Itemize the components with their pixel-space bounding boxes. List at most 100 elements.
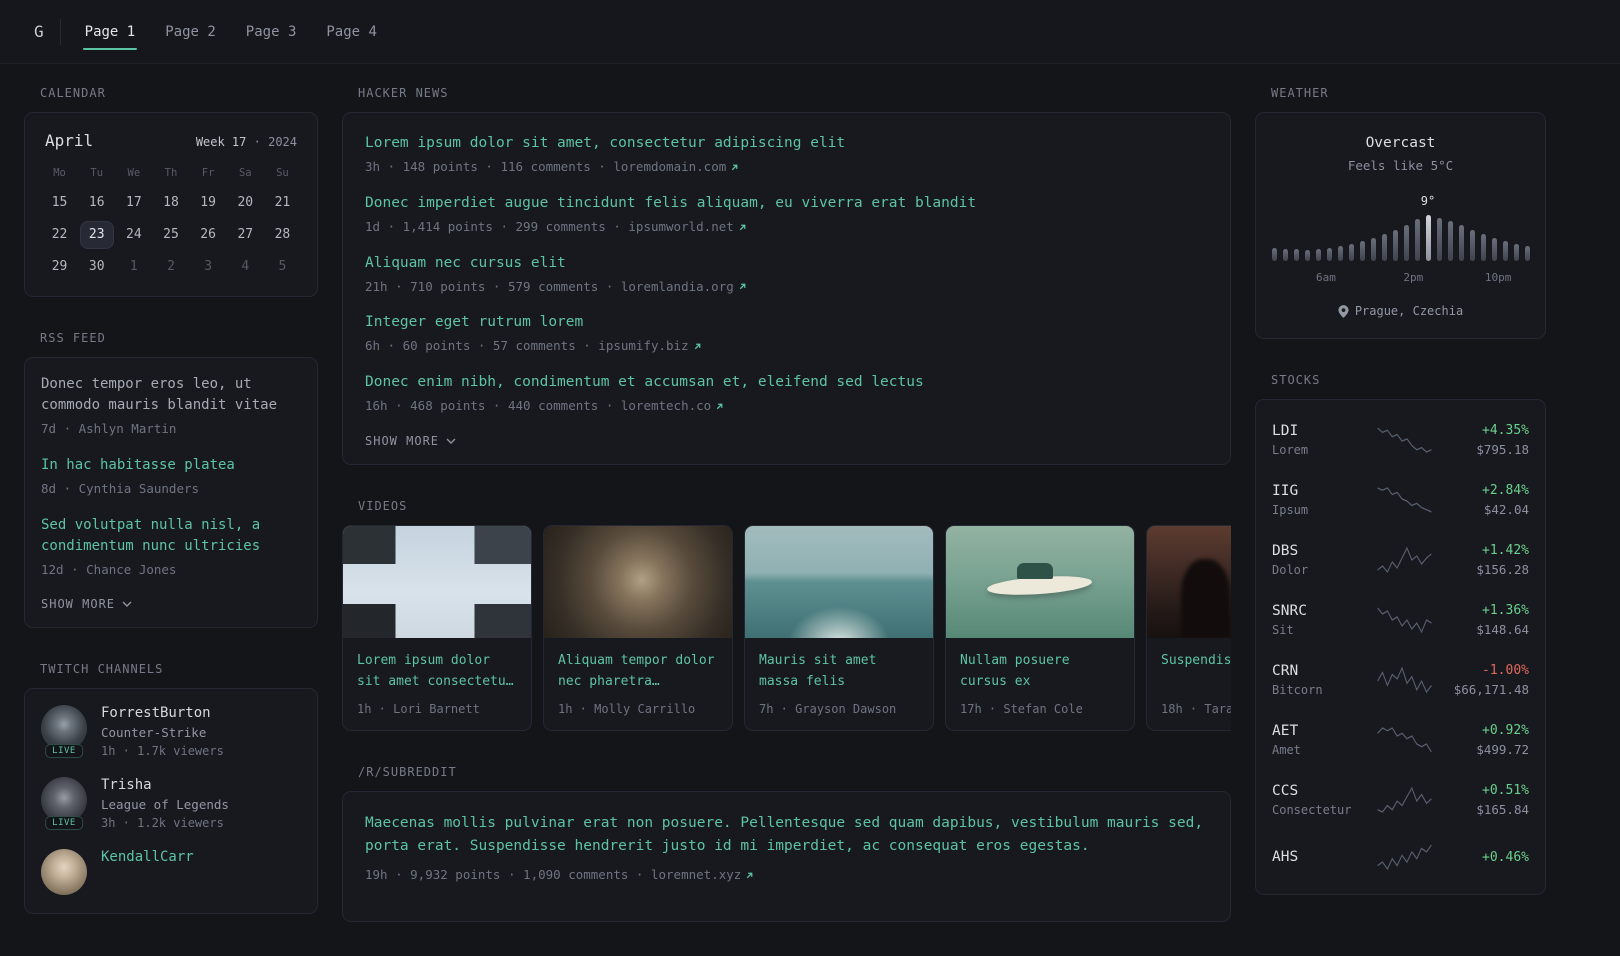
tab-page-1[interactable]: Page 1 [82, 16, 138, 50]
stock-name: Sit [1272, 623, 1294, 637]
calendar-day[interactable]: 25 [155, 222, 187, 248]
stock-row[interactable]: AHS +0.46% [1272, 830, 1529, 884]
video-thumbnail [745, 525, 933, 638]
channel-name: Trisha [101, 777, 152, 794]
external-link-icon [739, 284, 746, 290]
video-card[interactable]: Nullam posuere cursus ex 17h · Stefan Co… [945, 524, 1135, 731]
rss-item-link[interactable]: Sed volutpat nulla nisl, a condimentum n… [41, 515, 301, 557]
logo-divider [59, 18, 61, 45]
video-card[interactable]: Suspendisse diam 18h · Tara [1146, 524, 1231, 731]
weather-bar [1293, 249, 1299, 261]
hn-domain-link[interactable]: loremtech.co [621, 397, 724, 416]
stock-name: Ipsum [1272, 503, 1309, 517]
calendar-day[interactable]: 3 [192, 254, 224, 280]
calendar-day[interactable]: 28 [266, 222, 298, 248]
stock-row[interactable]: AET Amet +0.92% $499.72 [1272, 710, 1529, 770]
avatar-wrap: LIVE [41, 777, 87, 831]
stock-row[interactable]: LDI Lorem +4.35% $795.18 [1272, 410, 1529, 470]
weather-location: Prague, Czechia [1272, 304, 1529, 318]
stock-name: Bitcorn [1272, 683, 1323, 697]
subreddit-widget: /R/SUBREDDIT Maecenas mollis pulvinar er… [342, 765, 1231, 922]
hn-item-link[interactable]: Integer eget rutrum lorem [365, 312, 1208, 333]
calendar-day[interactable]: 16 [81, 190, 113, 216]
channel-info: KendallCarr [101, 849, 194, 865]
stock-row[interactable]: IIG Ipsum +2.84% $42.04 [1272, 470, 1529, 530]
calendar-day-header: Tu [90, 167, 104, 179]
video-card[interactable]: Aliquam tempor dolor nec pharetra… 1h · … [543, 524, 733, 731]
hn-item-link[interactable]: Aliquam nec cursus elit [365, 253, 1208, 274]
hn-item-meta: 21h · 710 points · 579 comments · loreml… [365, 278, 1208, 297]
hn-item-link[interactable]: Donec enim nibh, condimentum et accumsan… [365, 372, 1208, 393]
twitch-channel[interactable]: KendallCarr [41, 849, 301, 896]
rss-item-meta: 12d · Chance Jones [41, 561, 177, 577]
hn-domain-text: loremlandia.org [620, 278, 734, 294]
calendar-day[interactable]: 23 [80, 222, 113, 248]
stock-row[interactable]: CCS Consectetur +0.51% $165.84 [1272, 770, 1529, 830]
calendar-day[interactable]: 29 [44, 254, 76, 280]
hn-domain-link[interactable]: ipsumify.biz [598, 337, 701, 356]
calendar-day[interactable]: 4 [229, 254, 261, 280]
channel-meta: 1h · 1.7k viewers [101, 744, 224, 759]
calendar-day[interactable]: 1 [118, 254, 150, 280]
hn-item-link[interactable]: Donec imperdiet augue tincidunt felis al… [365, 193, 1208, 214]
weather-widget: WEATHER Overcast Feels like 5°C 9° 6am 2… [1255, 86, 1546, 339]
hn-domain-link[interactable]: ipsumworld.net [628, 218, 746, 237]
subreddit-domain-text: loremnet.xyz [650, 867, 742, 883]
subreddit-domain-link[interactable]: loremnet.xyz [651, 866, 754, 885]
rss-item-link[interactable]: Donec tempor eros leo, ut commodo mauris… [41, 374, 301, 416]
calendar-day[interactable]: 24 [118, 222, 150, 248]
weather-bar [1370, 238, 1376, 261]
stock-sparkline [1376, 546, 1433, 574]
subreddit-item-link[interactable]: Maecenas mollis pulvinar erat non posuer… [365, 812, 1208, 858]
calendar-month: April [45, 131, 94, 150]
hn-domain-link[interactable]: loremdomain.com [613, 158, 739, 177]
video-card[interactable]: Mauris sit amet massa felis 7h · Grayson… [744, 524, 934, 731]
stocks-card: LDI Lorem +4.35% $795.18 IIG Ipsum +2.84% $4… [1255, 399, 1546, 895]
calendar-day[interactable]: 15 [44, 190, 76, 216]
calendar-day[interactable]: 20 [229, 190, 261, 216]
app-logo[interactable]: G [24, 22, 60, 41]
hn-item-stats: 1d · 1,414 points · 299 comments · [365, 218, 629, 234]
rss-item-link[interactable]: In hac habitasse platea [41, 455, 301, 476]
calendar-day[interactable]: 18 [155, 190, 187, 216]
hn-domain-link[interactable]: loremlandia.org [621, 278, 747, 297]
twitch-channel[interactable]: LIVE ForrestBurton Counter-Strike 1h · 1… [41, 705, 301, 759]
tab-page-3[interactable]: Page 3 [244, 16, 299, 48]
video-body: Nullam posuere cursus ex 17h · Stefan Co… [946, 638, 1134, 730]
weather-card: Overcast Feels like 5°C 9° 6am 2pm 10pm … [1255, 112, 1546, 339]
calendar-day[interactable]: 26 [192, 222, 224, 248]
stock-symbol: IIG [1272, 483, 1299, 499]
calendar-day[interactable]: 22 [44, 222, 76, 248]
stock-change: +0.46% [1482, 849, 1529, 865]
stock-row[interactable]: CRN Bitcorn -1.00% $66,171.48 [1272, 650, 1529, 710]
weather-bar [1392, 230, 1398, 261]
calendar-day[interactable]: 2 [155, 254, 187, 280]
weather-bar: 9° [1421, 194, 1435, 261]
weather-bar [1315, 249, 1321, 261]
stock-change: +2.84% [1482, 483, 1529, 498]
calendar-day[interactable]: 17 [118, 190, 150, 216]
calendar-day[interactable]: 5 [266, 254, 298, 280]
calendar-day[interactable]: 21 [266, 190, 298, 216]
hn-domain-text: loremtech.co [620, 398, 712, 414]
stock-values: +1.42% $156.28 [1441, 543, 1529, 577]
calendar-day[interactable]: 19 [192, 190, 224, 216]
calendar-day[interactable]: 27 [229, 222, 261, 248]
hn-item-link[interactable]: Lorem ipsum dolor sit amet, consectetur … [365, 133, 1208, 154]
channel-info: ForrestBurton Counter-Strike 1h · 1.7k v… [101, 705, 224, 758]
hn-item: Integer eget rutrum lorem 6h · 60 points… [365, 312, 1208, 356]
twitch-channel[interactable]: LIVE Trisha League of Legends 3h · 1.2k … [41, 777, 301, 831]
middle-column: HACKER NEWS Lorem ipsum dolor sit amet, … [342, 86, 1231, 956]
stock-row[interactable]: DBS Dolor +1.42% $156.28 [1272, 530, 1529, 590]
rss-show-more-button[interactable]: SHOW MORE [41, 595, 132, 611]
tab-page-4[interactable]: Page 4 [324, 16, 379, 48]
hn-show-more-button[interactable]: SHOW MORE [365, 432, 456, 448]
stock-row[interactable]: SNRC Sit +1.36% $148.64 [1272, 590, 1529, 650]
calendar-day[interactable]: 30 [81, 254, 113, 280]
weather-time-labels: 6am 2pm 10pm [1272, 271, 1529, 286]
video-card[interactable]: Lorem ipsum dolor sit amet consectetu… 1… [342, 524, 532, 731]
stock-id: IIG Ipsum [1272, 483, 1368, 517]
stock-id: LDI Lorem [1272, 423, 1368, 457]
avatar-wrap: LIVE [41, 705, 87, 759]
tab-page-2[interactable]: Page 2 [163, 16, 218, 48]
